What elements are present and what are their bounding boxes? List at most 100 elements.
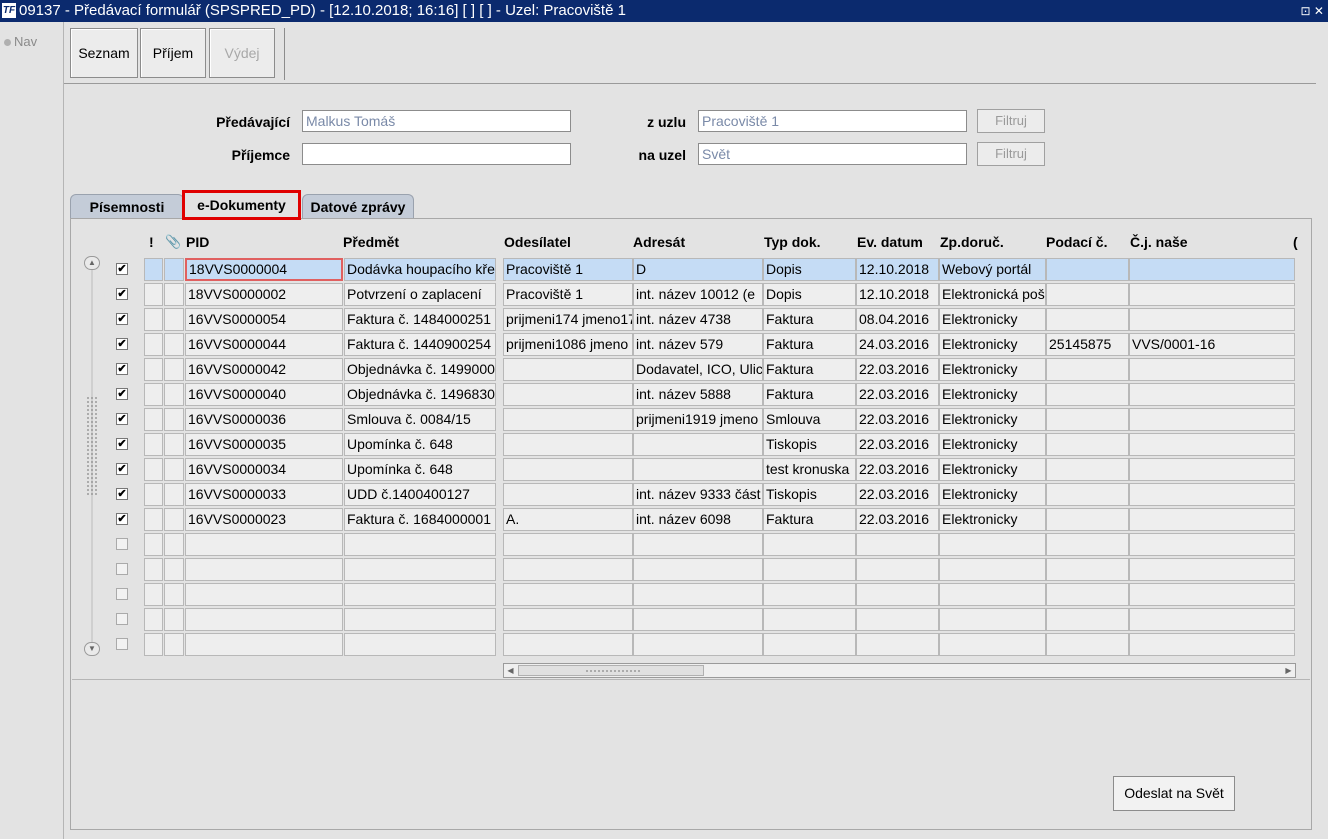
adresat-cell[interactable]: Dodavatel, ICO, Ulic	[633, 358, 763, 381]
predmet-cell[interactable]: Objednávka č. 1496830	[344, 383, 496, 406]
typ-cell[interactable]: Faktura	[763, 333, 856, 356]
cj-cell[interactable]	[1129, 358, 1295, 381]
table-row[interactable]: ✔ 16VVS0000023 Faktura č. 1684000001 A. int.…	[113, 508, 1295, 532]
adresat-cell[interactable]: D	[633, 258, 763, 281]
podaci-cell[interactable]	[1046, 533, 1129, 556]
flag-cell[interactable]	[144, 258, 163, 281]
pid-cell[interactable]	[185, 533, 343, 556]
table-row[interactable]: ✔ 16VVS0000040 Objednávka č. 1496830 int. n…	[113, 383, 1295, 407]
podaci-cell[interactable]	[1046, 608, 1129, 631]
row-checkbox[interactable]	[116, 563, 128, 575]
pid-cell[interactable]: 16VVS0000036	[185, 408, 343, 431]
predmet-cell[interactable]: Objednávka č. 1499000	[344, 358, 496, 381]
predavajici-field[interactable]: Malkus Tomáš	[302, 110, 571, 132]
flag-cell[interactable]	[144, 633, 163, 656]
pid-cell[interactable]: 16VVS0000033	[185, 483, 343, 506]
ev-datum-cell[interactable]: 22.03.2016	[856, 483, 939, 506]
scroll-grip[interactable]	[86, 396, 98, 496]
adresat-cell[interactable]: int. název 5888	[633, 383, 763, 406]
row-checkbox[interactable]	[116, 613, 128, 625]
table-row[interactable]: ✔ 16VVS0000035 Upomínka č. 648 Tiskopis 22.0…	[113, 433, 1295, 457]
odesilatel-cell[interactable]: A.	[503, 508, 633, 531]
pid-cell[interactable]: 18VVS0000002	[185, 283, 343, 306]
scroll-right-icon[interactable]: ▶	[1282, 664, 1295, 677]
attachment-cell[interactable]	[164, 558, 184, 581]
zp-doruc-cell[interactable]	[939, 608, 1046, 631]
ev-datum-cell[interactable]: 22.03.2016	[856, 508, 939, 531]
cj-cell[interactable]	[1129, 608, 1295, 631]
podaci-cell[interactable]	[1046, 258, 1129, 281]
flag-cell[interactable]	[144, 358, 163, 381]
cj-cell[interactable]	[1129, 558, 1295, 581]
attachment-cell[interactable]	[164, 383, 184, 406]
odesilatel-cell[interactable]: Pracoviště 1	[503, 258, 633, 281]
podaci-cell[interactable]	[1046, 558, 1129, 581]
podaci-cell[interactable]	[1046, 383, 1129, 406]
row-checkbox[interactable]: ✔	[116, 288, 128, 300]
cj-cell[interactable]	[1129, 458, 1295, 481]
podaci-cell[interactable]	[1046, 433, 1129, 456]
horizontal-scrollbar[interactable]: ◀ ▶	[503, 663, 1296, 678]
filtruj-z-uzlu-button[interactable]: Filtruj	[977, 109, 1045, 133]
tab-pisemnosti[interactable]: Písemnosti	[70, 194, 184, 218]
predmet-cell[interactable]: Faktura č. 1440900254	[344, 333, 496, 356]
typ-cell[interactable]: Dopis	[763, 283, 856, 306]
row-checkbox[interactable]	[116, 588, 128, 600]
table-row[interactable]: ✔ 16VVS0000036 Smlouva č. 0084/15 prijmeni1…	[113, 408, 1295, 432]
row-checkbox[interactable]: ✔	[116, 313, 128, 325]
table-row[interactable]: ✔ 16VVS0000044 Faktura č. 1440900254 prijme…	[113, 333, 1295, 357]
pid-cell[interactable]: 16VVS0000040	[185, 383, 343, 406]
flag-cell[interactable]	[144, 333, 163, 356]
zp-doruc-cell[interactable]	[939, 558, 1046, 581]
scroll-thumb[interactable]	[518, 665, 704, 676]
attachment-cell[interactable]	[164, 633, 184, 656]
attachment-cell[interactable]	[164, 258, 184, 281]
flag-cell[interactable]	[144, 508, 163, 531]
odeslat-button[interactable]: Odeslat na Svět	[1113, 776, 1235, 811]
podaci-cell[interactable]	[1046, 483, 1129, 506]
adresat-cell[interactable]: prijmeni1919 jmeno	[633, 408, 763, 431]
scroll-left-icon[interactable]: ◀	[504, 664, 517, 677]
cj-cell[interactable]	[1129, 533, 1295, 556]
zp-doruc-cell[interactable]	[939, 633, 1046, 656]
row-checkbox[interactable]: ✔	[116, 463, 128, 475]
odesilatel-cell[interactable]	[503, 433, 633, 456]
flag-cell[interactable]	[144, 458, 163, 481]
predmet-cell[interactable]: UDD č.1400400127	[344, 483, 496, 506]
podaci-cell[interactable]: 25145875	[1046, 333, 1129, 356]
ev-datum-cell[interactable]: 08.04.2016	[856, 308, 939, 331]
tab-e-dokumenty[interactable]: e-Dokumenty	[182, 190, 301, 220]
table-row[interactable]	[113, 558, 1295, 582]
predmet-cell[interactable]: Faktura č. 1484000251	[344, 308, 496, 331]
cj-cell[interactable]	[1129, 383, 1295, 406]
zp-doruc-cell[interactable]: Elektronicky	[939, 308, 1046, 331]
ev-datum-cell[interactable]: 22.03.2016	[856, 458, 939, 481]
cj-cell[interactable]	[1129, 283, 1295, 306]
table-row[interactable]	[113, 608, 1295, 632]
table-row[interactable]: ✔ 16VVS0000054 Faktura č. 1484000251 prijme…	[113, 308, 1295, 332]
typ-cell[interactable]	[763, 533, 856, 556]
typ-cell[interactable]	[763, 558, 856, 581]
ev-datum-cell[interactable]	[856, 558, 939, 581]
row-checkbox[interactable]: ✔	[116, 488, 128, 500]
table-row[interactable]	[113, 633, 1295, 657]
scroll-up-icon[interactable]: ▲	[84, 256, 100, 270]
pid-cell[interactable]: 16VVS0000054	[185, 308, 343, 331]
table-row[interactable]: ✔ 18VVS0000004Dodávka houpacího křeslo Pra…	[113, 258, 1295, 282]
prijemce-field[interactable]	[302, 143, 571, 165]
vertical-scrollbar[interactable]: ▲ ▼	[84, 256, 100, 656]
row-checkbox[interactable]	[116, 638, 128, 650]
odesilatel-cell[interactable]	[503, 408, 633, 431]
pid-cell[interactable]	[185, 558, 343, 581]
flag-cell[interactable]	[144, 558, 163, 581]
zp-doruc-cell[interactable]: Elektronicky	[939, 383, 1046, 406]
zp-doruc-cell[interactable]: Elektronicky	[939, 483, 1046, 506]
adresat-cell[interactable]: int. název 10012 (e	[633, 283, 763, 306]
ev-datum-cell[interactable]: 22.03.2016	[856, 383, 939, 406]
odesilatel-cell[interactable]	[503, 358, 633, 381]
odesilatel-cell[interactable]	[503, 383, 633, 406]
adresat-cell[interactable]: int. název 6098	[633, 508, 763, 531]
row-checkbox[interactable]: ✔	[116, 263, 128, 275]
adresat-cell[interactable]	[633, 608, 763, 631]
cj-cell[interactable]	[1129, 583, 1295, 606]
